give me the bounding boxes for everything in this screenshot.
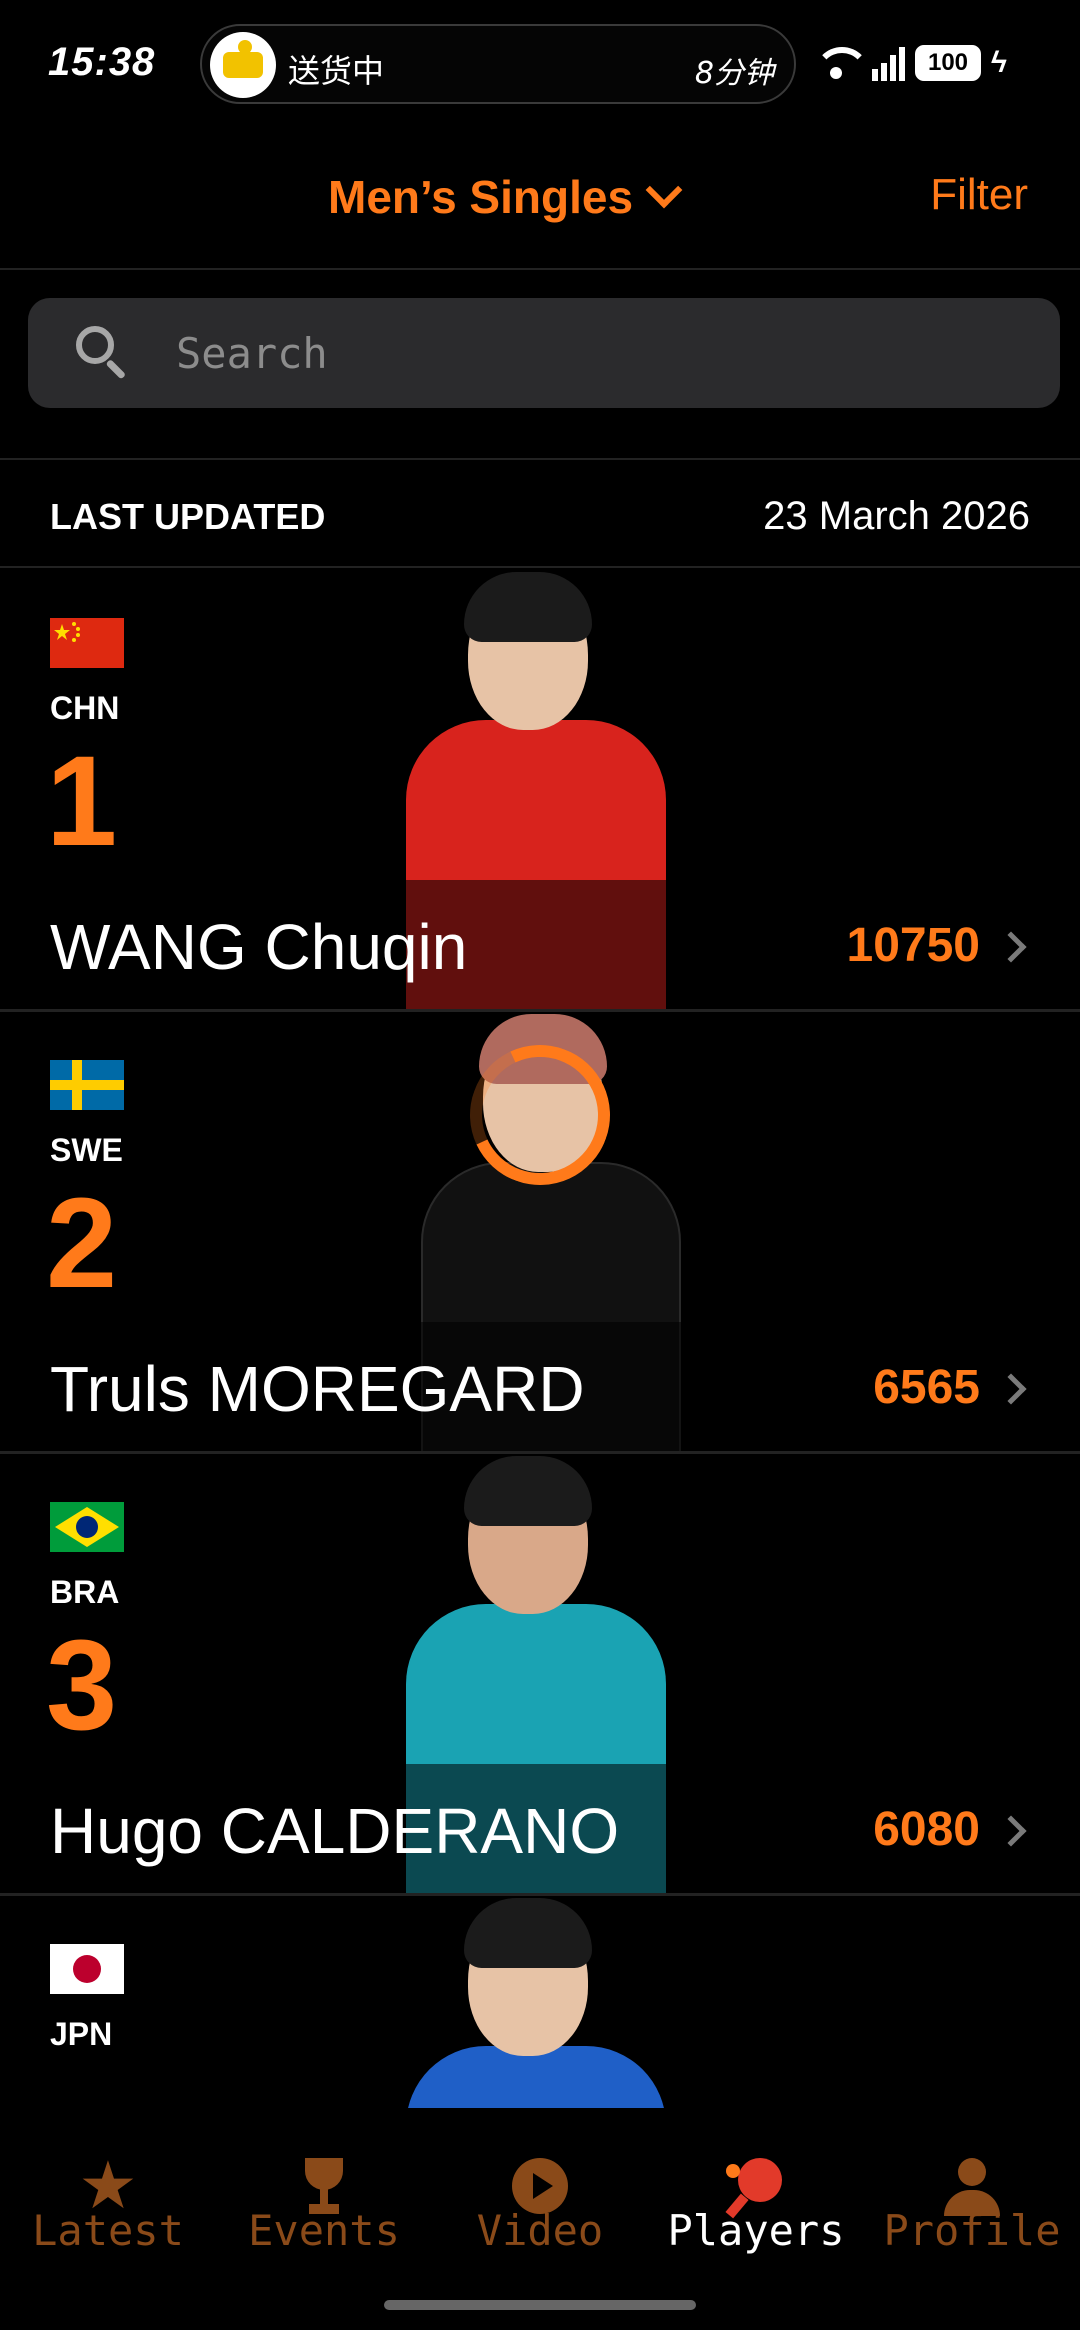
wifi-icon [810,43,870,83]
china-flag-icon [50,618,124,668]
battery-icon: 100 [915,45,981,81]
nav-label: Video [476,2206,604,2255]
chevron-right-icon [995,1815,1027,1847]
status-icons: 100 ϟ [810,38,1007,88]
last-updated-row: LAST UPDATED 23 March 2026 [0,458,1080,568]
player-name: Hugo CALDERANO [50,1795,620,1867]
search-input[interactable] [176,322,1026,384]
filter-button[interactable]: Filter [930,170,1028,220]
sweden-flag-icon [50,1060,124,1110]
category-dropdown[interactable]: Men’s Singles [328,170,683,224]
search-icon [76,326,128,380]
rank-number: 2 [46,1172,118,1315]
nav-events[interactable]: Events [216,2108,432,2330]
ranking-points: 10750 [846,919,980,972]
chevron-down-icon [645,171,683,209]
chevron-right-icon [995,931,1027,963]
country-code: BRA [50,1574,120,1610]
rank-number: 4 [46,2064,117,2074]
ranking-points: 6565 [873,1361,980,1414]
nav-label: Profile [883,2206,1061,2255]
nav-label: Events [248,2206,400,2255]
country-code: JPN [50,2016,113,2052]
nav-latest[interactable]: ★ Latest [0,2108,216,2330]
search-bar[interactable] [28,298,1060,408]
country-code: SWE [50,1132,123,1168]
nav-label: Players [667,2206,845,2255]
nav-players[interactable]: Players [648,2108,864,2330]
nav-profile[interactable]: Profile [864,2108,1080,2330]
nav-video[interactable]: Video [432,2108,648,2330]
bottom-navigation: ★ Latest Events Video Players Profile [0,2108,1080,2330]
last-updated-label: LAST UPDATED [50,496,326,537]
activity-eta: 8分钟 [694,56,774,91]
rank-number: 1 [46,730,118,873]
header: Men’s Singles Filter [0,150,1080,270]
last-updated-date: 23 March 2026 [763,494,1030,538]
rank-number: 3 [46,1614,118,1757]
japan-flag-icon [50,1944,124,1994]
country-code: CHN [50,690,120,726]
player-card[interactable]: CHN 1 WANG Chuqin 10750 [0,570,1080,1012]
category-title: Men’s Singles [328,171,634,223]
player-name: WANG Chuqin [50,911,468,983]
status-time: 15:38 [48,40,156,84]
charging-bolt-icon: ϟ [991,46,1007,79]
player-card[interactable]: BRA 3 Hugo CALDERANO 6080 [0,1454,1080,1896]
status-bar: 15:38 送货中 8分钟 100 ϟ [0,0,1080,125]
chevron-right-icon [995,1373,1027,1405]
ranking-points: 6080 [873,1803,980,1856]
brazil-flag-icon [50,1502,124,1552]
activity-label: 送货中 [288,52,385,90]
live-activity-pill[interactable]: 送货中 8分钟 [200,24,796,104]
cellular-signal-icon [872,45,905,81]
player-photo [400,1896,680,2108]
player-name: Truls MOREGARD [50,1353,585,1425]
delivery-scooter-icon [210,32,276,98]
home-indicator[interactable] [384,2300,696,2310]
player-card[interactable]: JPN 4 [0,1896,1080,2108]
nav-label: Latest [32,2206,184,2255]
